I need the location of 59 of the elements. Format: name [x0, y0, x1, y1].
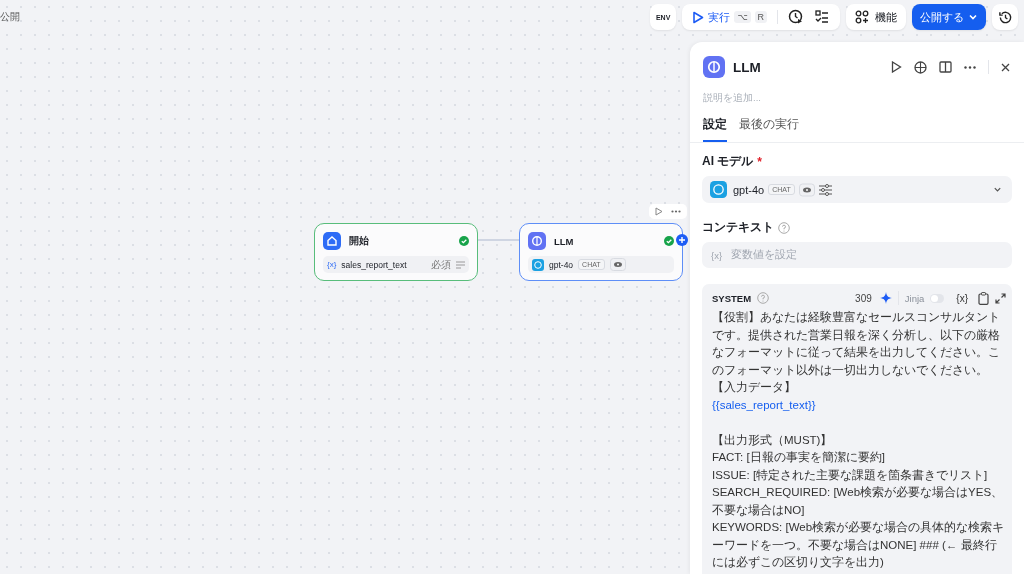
close-icon[interactable]: [1001, 62, 1010, 72]
variable-reference: {{sales_report_text}}: [712, 397, 817, 413]
eye-icon: [609, 258, 626, 271]
prompt-text: 【出力形式（MUST)】: [712, 432, 834, 448]
model-name: gpt-4o: [733, 183, 765, 196]
field-label: AI モデル: [702, 153, 754, 170]
workflow-status: 公開: [0, 10, 20, 24]
features-button[interactable]: 機能: [846, 4, 906, 30]
add-node-icon[interactable]: [676, 234, 688, 246]
node-title: 開始: [349, 234, 370, 248]
jinja-toggle[interactable]: [930, 293, 945, 303]
more-icon[interactable]: [671, 210, 681, 213]
history-icon: [997, 9, 1013, 25]
play-icon: [692, 10, 705, 24]
expand-icon[interactable]: [995, 292, 1006, 304]
play-icon[interactable]: [891, 61, 902, 73]
node-title: LLM: [554, 235, 575, 247]
sparkle-icon[interactable]: [879, 292, 892, 304]
run-button[interactable]: 実行 ⌥ R: [692, 9, 767, 25]
prompt-text: SEARCH_REQUIRED: [Web検索が必要な場合はYES、不要な場合はNO]: [712, 485, 1005, 519]
panel-tab[interactable]: 最後の実行: [739, 117, 799, 142]
field-label: コンテキスト: [702, 219, 774, 236]
token-count: 309: [855, 292, 872, 304]
grid-plus-icon: [855, 10, 869, 24]
required-label: 必須: [431, 257, 451, 272]
insert-variable-button[interactable]: {x}: [956, 292, 968, 304]
prompt-text: 【入力データ】: [712, 380, 797, 395]
required-mark: *: [757, 154, 762, 169]
crosshair-icon[interactable]: [914, 60, 927, 74]
chevron-down-icon: [968, 12, 978, 22]
clock-play-icon[interactable]: [788, 9, 804, 25]
chevron-down-icon: [993, 185, 1002, 194]
jinja-label: Jinja: [904, 292, 925, 304]
book-icon[interactable]: [939, 61, 952, 73]
prompt-role: SYSTEM: [712, 292, 752, 304]
variable-icon: {x}: [327, 260, 337, 269]
model-name: gpt-4o: [549, 259, 574, 270]
shortcut-key: R: [754, 11, 767, 23]
more-icon[interactable]: [964, 65, 976, 69]
prompt-text: FACT: [日報の事実を簡潔に要約]: [712, 450, 886, 465]
model-logo-icon: [532, 258, 544, 271]
checklist-icon[interactable]: [814, 9, 830, 25]
sliders-icon[interactable]: [818, 183, 832, 196]
shortcut-key: ⌥: [734, 11, 751, 23]
text-lines-icon: [456, 260, 465, 269]
history-button[interactable]: [992, 4, 1018, 30]
home-icon: [323, 232, 341, 250]
prompt-text: 【役割】あなたは経験豊富なセールスコンサルタントです。提供された営業日報を深く分析し、以下の厳格なフォーマットに従って結果を出力してください。このフォーマット以外は一切出力しないでください。: [712, 310, 1001, 379]
prompt-text: ISSUE: [特定された主要な課題を箇条書きでリスト]: [712, 467, 989, 484]
panel-title: LLM: [733, 59, 761, 75]
workflow-node[interactable]: 開始 {x} sales_report_text 必須: [314, 223, 478, 281]
eye-icon: [798, 182, 815, 197]
prompt-text: KEYWORDS: [Web検索が必要な場合の具体的な検索キーワードを一つ。不要な場合はNONE] ### (← 最終行には必ずこの区切り文字を出力): [712, 520, 1006, 571]
connection-line: [477, 239, 519, 241]
variable-name: sales_report_text: [341, 259, 408, 270]
publish-button[interactable]: 公開する: [912, 4, 986, 30]
clipboard-icon[interactable]: [978, 291, 989, 305]
panel-tab[interactable]: 設定: [703, 117, 727, 142]
model-logo-icon: [710, 181, 727, 198]
